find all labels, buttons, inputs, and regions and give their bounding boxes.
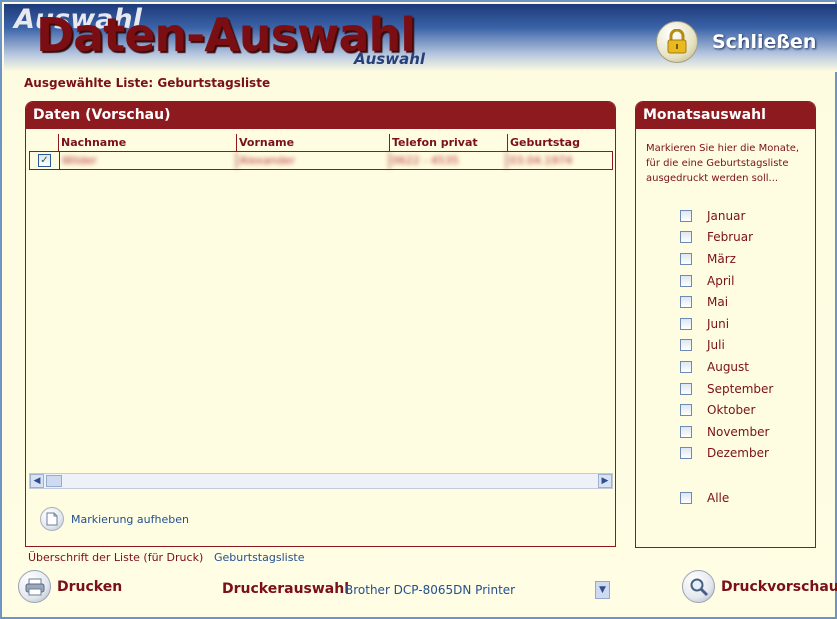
scroll-right-icon[interactable]: ▶ bbox=[598, 474, 612, 488]
month-checkbox[interactable] bbox=[680, 209, 692, 222]
scroll-thumb[interactable] bbox=[46, 475, 62, 487]
month-item-januar[interactable]: Januar bbox=[680, 205, 773, 227]
month-label: Januar bbox=[707, 208, 746, 223]
month-list: Januar Februar März April Mai Juni Juli … bbox=[680, 205, 773, 464]
lock-icon bbox=[656, 21, 698, 63]
column-header-telefon[interactable]: Telefon privat bbox=[390, 134, 508, 151]
print-preview-button[interactable]: Druckvorschau bbox=[682, 570, 837, 603]
column-header-geburtstag[interactable]: Geburtstag bbox=[508, 134, 613, 151]
print-heading-input[interactable]: Geburtstagsliste bbox=[214, 551, 305, 564]
cell-geburtstag[interactable]: 03.04.1974 bbox=[507, 152, 612, 169]
month-item-alle[interactable]: Alle bbox=[680, 487, 729, 509]
printer-icon bbox=[18, 570, 51, 603]
month-item-februar[interactable]: Februar bbox=[680, 227, 773, 249]
table-row[interactable]: ✓ Wilder Alexander 0622 - 4535 03.04.197… bbox=[29, 152, 613, 170]
print-heading-label: Überschrift der Liste (für Druck) bbox=[28, 551, 204, 564]
data-preview-panel: Daten (Vorschau) Nachname Vorname Telefo… bbox=[25, 101, 616, 547]
month-label: Juni bbox=[707, 316, 730, 331]
month-checkbox[interactable] bbox=[680, 252, 692, 265]
month-checkbox[interactable] bbox=[680, 231, 692, 244]
cell-vorname[interactable]: Alexander bbox=[237, 152, 390, 169]
month-item-dezember[interactable]: Dezember bbox=[680, 443, 773, 465]
month-item-oktober[interactable]: Oktober bbox=[680, 399, 773, 421]
month-checkbox[interactable] bbox=[680, 447, 692, 460]
month-checkbox[interactable] bbox=[680, 404, 692, 417]
month-label: September bbox=[707, 381, 774, 396]
month-item-mai[interactable]: Mai bbox=[680, 291, 773, 313]
month-panel-title: Monatsauswahl bbox=[636, 102, 815, 129]
close-label: Schließen bbox=[712, 31, 817, 53]
main-window: Auswahl Daten-Auswahl Auswahl Schließen … bbox=[0, 0, 837, 619]
month-item-september[interactable]: September bbox=[680, 378, 773, 400]
all-checkbox[interactable] bbox=[680, 491, 692, 504]
cell-telefon[interactable]: 0622 - 4535 bbox=[390, 152, 508, 169]
data-panel-title: Daten (Vorschau) bbox=[26, 102, 615, 129]
document-icon bbox=[40, 507, 64, 531]
grid-header-selector bbox=[29, 134, 59, 151]
title-subtitle: Auswahl bbox=[354, 50, 426, 68]
print-button[interactable]: Drucken bbox=[18, 570, 122, 603]
month-checkbox[interactable] bbox=[680, 339, 692, 352]
bottom-toolbar: Drucken Druckerauswahl Brother DCP-8065D… bbox=[2, 568, 837, 619]
month-checkbox[interactable] bbox=[680, 317, 692, 330]
month-item-april[interactable]: April bbox=[680, 270, 773, 292]
month-label: Juli bbox=[707, 338, 725, 353]
month-item-juni[interactable]: Juni bbox=[680, 313, 773, 335]
printer-select-value: Brother DCP-8065DN Printer bbox=[345, 583, 516, 597]
column-header-vorname[interactable]: Vorname bbox=[237, 134, 390, 151]
close-button[interactable]: Schließen bbox=[656, 18, 826, 66]
month-checkbox[interactable] bbox=[680, 425, 692, 438]
scroll-left-icon[interactable]: ◀ bbox=[30, 474, 44, 488]
month-label: Februar bbox=[707, 230, 754, 245]
chevron-down-icon[interactable]: ▼ bbox=[595, 581, 610, 599]
month-checkbox[interactable] bbox=[680, 274, 692, 287]
month-label: November bbox=[707, 424, 770, 439]
month-checkbox[interactable] bbox=[680, 382, 692, 395]
horizontal-scrollbar[interactable]: ◀ ▶ bbox=[29, 473, 613, 489]
month-label: Dezember bbox=[707, 446, 769, 461]
printer-select-label: Druckerauswahl bbox=[222, 581, 350, 597]
month-checkbox[interactable] bbox=[680, 360, 692, 373]
month-label: März bbox=[707, 251, 736, 266]
selected-list-label: Ausgewählte Liste: Geburtstagsliste bbox=[24, 76, 271, 90]
data-grid: Nachname Vorname Telefon privat Geburtst… bbox=[29, 134, 613, 172]
month-item-august[interactable]: August bbox=[680, 356, 773, 378]
month-item-juli[interactable]: Juli bbox=[680, 335, 773, 357]
cell-nachname[interactable]: Wilder bbox=[60, 152, 238, 169]
grid-header-row: Nachname Vorname Telefon privat Geburtst… bbox=[29, 134, 613, 152]
month-label: April bbox=[707, 273, 735, 288]
month-selection-panel: Monatsauswahl Markieren Sie hier die Mon… bbox=[635, 101, 816, 548]
unmark-button[interactable]: Markierung aufheben bbox=[40, 507, 189, 531]
all-label: Alle bbox=[707, 490, 730, 505]
column-header-nachname[interactable]: Nachname bbox=[59, 134, 237, 151]
month-checkbox[interactable] bbox=[680, 296, 692, 309]
month-label: August bbox=[707, 359, 749, 374]
month-item-november[interactable]: November bbox=[680, 421, 773, 443]
row-checkbox[interactable]: ✓ bbox=[37, 154, 51, 167]
unmark-label: Markierung aufheben bbox=[71, 512, 189, 526]
month-hint-text: Markieren Sie hier die Monate, für die e… bbox=[646, 143, 800, 184]
printer-select[interactable]: Brother DCP-8065DN Printer ▼ bbox=[345, 580, 610, 600]
month-label: Oktober bbox=[707, 403, 756, 418]
month-item-maerz[interactable]: März bbox=[680, 248, 773, 270]
print-label: Drucken bbox=[57, 578, 123, 595]
month-label: Mai bbox=[707, 295, 729, 310]
preview-label: Druckvorschau bbox=[721, 578, 837, 595]
magnifier-icon bbox=[682, 570, 715, 603]
row-select-cell[interactable]: ✓ bbox=[30, 152, 60, 169]
